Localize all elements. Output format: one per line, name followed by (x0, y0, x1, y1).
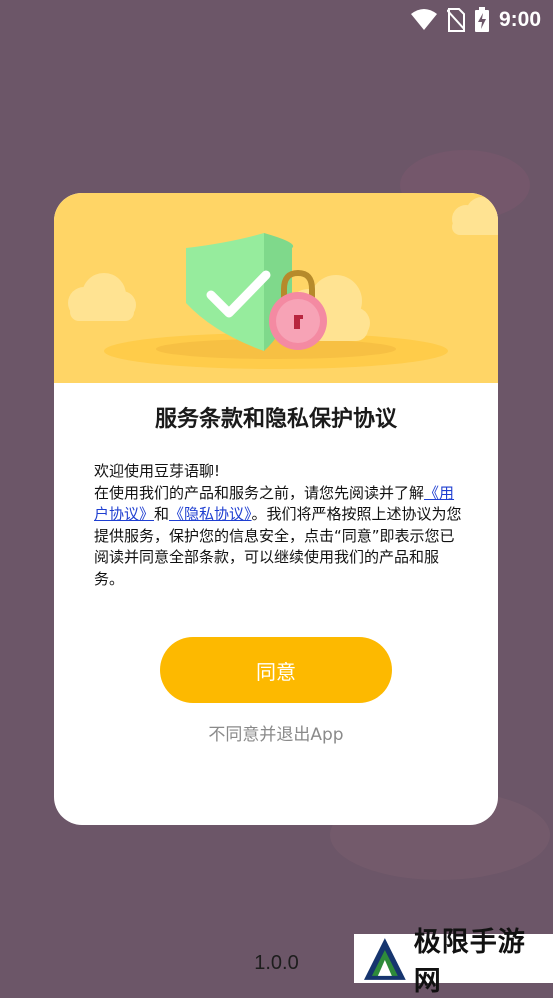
and-text: 和 (154, 505, 170, 523)
disagree-exit-button[interactable]: 不同意并退出App (54, 720, 498, 745)
clock: 9:00 (498, 7, 541, 31)
intro-text: 在使用我们的产品和服务之前，请您先阅读并了解 (94, 483, 425, 502)
battery-charging-icon (474, 7, 489, 32)
dialog-header (54, 193, 498, 383)
agree-button[interactable]: 同意 (160, 637, 392, 703)
privacy-agreement-link[interactable]: 《隐私协议》 (169, 505, 252, 523)
terms-text: 在使用我们的产品和服务之前，请您先阅读并了解《用户协议》和《隐私协议》。我们将严… (94, 483, 464, 591)
dialog-body: 欢迎使用豆芽语聊! 在使用我们的产品和服务之前，请您先阅读并了解《用户协议》和《… (94, 461, 464, 590)
terms-dialog: 服务条款和隐私保护协议 欢迎使用豆芽语聊! 在使用我们的产品和服务之前，请您先阅… (54, 193, 498, 825)
status-icons: 9:00 (410, 7, 541, 32)
watermark: 极限手游网 (354, 927, 553, 997)
wifi-icon (410, 8, 437, 30)
watermark-text: 极限手游网 (413, 926, 526, 997)
dialog-title: 服务条款和隐私保护协议 (154, 407, 397, 432)
no-sim-icon (446, 7, 465, 32)
status-bar: 9:00 (0, 0, 553, 40)
greeting-text: 欢迎使用豆芽语聊! (94, 462, 221, 480)
jixian-logo-icon (363, 937, 406, 980)
shield-check-lock-icon (68, 197, 498, 369)
